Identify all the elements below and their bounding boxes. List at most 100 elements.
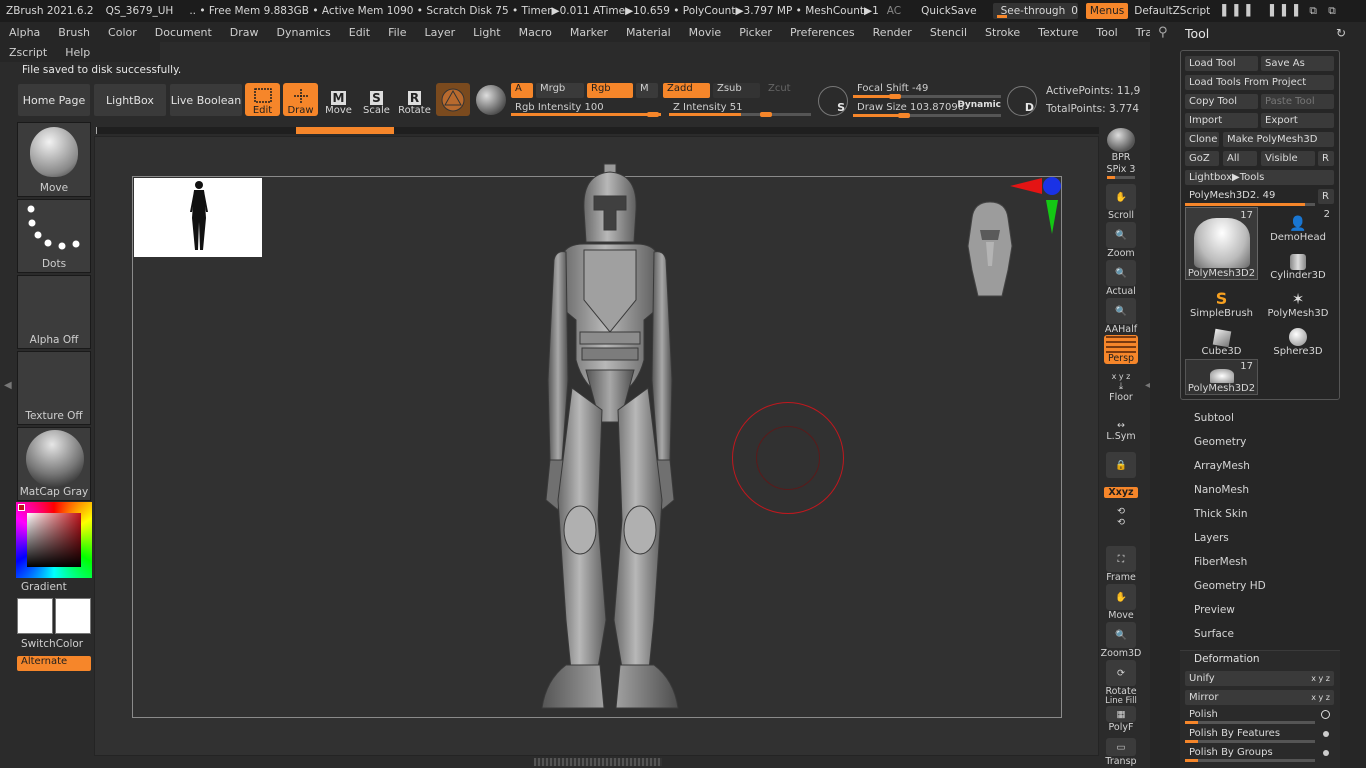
save-as-button[interactable]: Save As	[1261, 56, 1334, 71]
menu-help[interactable]: Help	[56, 46, 99, 59]
rotate-mode-button[interactable]: R Rotate	[397, 83, 432, 116]
orientation-gizmo[interactable]	[1002, 174, 1066, 238]
menu-stencil[interactable]: Stencil	[921, 26, 976, 39]
tool-thumb-cylinder3d[interactable]: Cylinder3D	[1262, 245, 1334, 281]
mirror-button[interactable]: Mirror x y z	[1185, 690, 1334, 705]
lsym-button[interactable]: ↔ L.Sym	[1104, 420, 1138, 442]
m-toggle[interactable]: M	[636, 83, 658, 98]
tool-palette-title[interactable]: Tool	[1185, 26, 1209, 41]
zoom3d-button[interactable]: 🔍 Zoom3D	[1101, 622, 1141, 659]
polish-by-features-slider[interactable]: Polish By Features	[1185, 726, 1334, 743]
menu-edit[interactable]: Edit	[340, 26, 379, 39]
menu-alpha[interactable]: Alpha	[0, 26, 49, 39]
texture-slot[interactable]: Texture Off	[17, 351, 91, 425]
polish-by-groups-slider[interactable]: Polish By Groups	[1185, 745, 1334, 762]
spix-slider[interactable]: SPix 3	[1104, 164, 1138, 179]
tool-thumb-demohead[interactable]: 2 👤 DemoHead	[1262, 207, 1334, 243]
persp-button[interactable]: Persp	[1104, 335, 1138, 364]
reset-icon[interactable]: ↻	[1336, 26, 1346, 40]
subpalette-geometry[interactable]: Geometry	[1194, 436, 1246, 448]
menu-render[interactable]: Render	[864, 26, 921, 39]
silhouette-thumbnail[interactable]	[134, 178, 262, 257]
menu-macro[interactable]: Macro	[510, 26, 561, 39]
polish-slider[interactable]: Polish	[1185, 707, 1334, 724]
scroll-button[interactable]: ✋ Scroll	[1104, 184, 1138, 221]
rgb-intensity-slider[interactable]: Rgb Intensity 100	[511, 100, 661, 117]
quicksave-button[interactable]: QuickSave	[921, 5, 976, 17]
draw-size-slider[interactable]: Draw Size 103.87096 Dynamic	[853, 100, 1001, 118]
goz-all-button[interactable]: All	[1223, 151, 1257, 166]
tool-palette-handle-icon[interactable]: ⚲	[1158, 25, 1168, 40]
subpalette-subtool[interactable]: Subtool	[1194, 412, 1234, 424]
load-tools-from-project-button[interactable]: Load Tools From Project	[1185, 75, 1334, 90]
rgb-toggle[interactable]: Rgb	[587, 83, 633, 98]
polish-toggle-icon[interactable]	[1321, 710, 1330, 719]
tool-thumb-polymesh3d[interactable]: ✶ PolyMesh3D	[1262, 283, 1334, 319]
live-boolean-button[interactable]: Live Boolean	[170, 84, 242, 116]
copy-tool-button[interactable]: Copy Tool	[1185, 94, 1258, 109]
spotlight-s-button[interactable]: S	[818, 86, 848, 116]
move-view-button[interactable]: ✋ Move	[1104, 584, 1138, 621]
polyf-button[interactable]: Line Fill ▦ PolyF	[1104, 696, 1138, 733]
default-zscript-button[interactable]: DefaultZScript	[1134, 5, 1210, 17]
mrgb-toggle[interactable]: Mrgb	[536, 83, 584, 98]
export-button[interactable]: Export	[1261, 113, 1334, 128]
tool-thumb-simplebrush[interactable]: S SimpleBrush	[1185, 283, 1258, 319]
left-tray-arrow[interactable]: ◀	[4, 380, 12, 391]
goz-r-button[interactable]: R	[1318, 151, 1334, 166]
see-through-slider[interactable]: See-through 0	[992, 3, 1078, 19]
zoom-button[interactable]: 🔍 Zoom	[1104, 222, 1138, 259]
menu-layer[interactable]: Layer	[415, 26, 464, 39]
rotate-axis-icons[interactable]: ⟲ ⟲	[1104, 506, 1138, 528]
transp-button[interactable]: ▭ Transp	[1104, 738, 1138, 767]
menu-stroke[interactable]: Stroke	[976, 26, 1029, 39]
tool-thumb-polymesh3d2[interactable]: 17 PolyMesh3D2	[1185, 207, 1258, 280]
paste-tool-button[interactable]: Paste Tool	[1261, 94, 1334, 109]
subpalette-preview[interactable]: Preview	[1194, 604, 1235, 616]
menu-material[interactable]: Material	[617, 26, 680, 39]
alternate-toggle[interactable]: Alternate	[17, 656, 91, 671]
floor-button[interactable]: x y z ⤓ Floor	[1104, 372, 1138, 403]
subpalette-fibermesh[interactable]: FiberMesh	[1194, 556, 1247, 568]
menu-dynamics[interactable]: Dynamics	[268, 26, 340, 39]
subpalette-geometry-hd[interactable]: Geometry HD	[1194, 580, 1266, 592]
draw-mode-button[interactable]: Draw	[283, 83, 318, 116]
import-button[interactable]: Import	[1185, 113, 1258, 128]
armor-model[interactable]	[536, 160, 696, 715]
scale-mode-button[interactable]: S Scale	[359, 83, 394, 116]
zadd-toggle[interactable]: Zadd	[663, 83, 710, 98]
gradient-label[interactable]: Gradient	[21, 581, 67, 593]
secondary-color-swatch[interactable]	[55, 598, 91, 634]
make-polymesh3d-button[interactable]: Make PolyMesh3D	[1223, 132, 1334, 147]
a-toggle[interactable]: A	[511, 83, 533, 98]
layout-icons[interactable]: ▌▌▌ ▐▐▐ ⧉ ⧉	[1222, 5, 1339, 18]
d-button[interactable]: D	[1007, 86, 1037, 116]
z-intensity-slider[interactable]: Z Intensity 51	[669, 100, 811, 117]
rotate-view-button[interactable]: ⟳ Rotate	[1104, 660, 1138, 697]
tool-thumb-polymesh3d2-b[interactable]: 17 PolyMesh3D2	[1185, 359, 1258, 395]
unify-button[interactable]: Unify x y z	[1185, 671, 1334, 686]
menu-marker[interactable]: Marker	[561, 26, 617, 39]
lightbox-tools-button[interactable]: Lightbox▶Tools	[1185, 170, 1334, 185]
load-tool-button[interactable]: Load Tool	[1185, 56, 1258, 71]
bpr-button[interactable]: BPR	[1104, 128, 1138, 163]
xyz-toggle[interactable]: Xxyz	[1104, 487, 1138, 498]
menu-preferences[interactable]: Preferences	[781, 26, 864, 39]
lock-button[interactable]: 🔒	[1104, 452, 1138, 478]
brush-slot-move[interactable]: Move	[17, 122, 91, 197]
menus-button[interactable]: Menus	[1085, 3, 1129, 19]
menu-picker[interactable]: Picker	[730, 26, 781, 39]
dynamic-toggle[interactable]: Dynamic	[957, 100, 1001, 110]
aahalf-button[interactable]: 🔍 AAHalf	[1104, 298, 1138, 335]
zcut-toggle[interactable]: Zcut	[764, 83, 811, 98]
main-color-swatch[interactable]	[17, 598, 53, 634]
menu-color[interactable]: Color	[99, 26, 146, 39]
menu-tool[interactable]: Tool	[1087, 26, 1126, 39]
subpalette-nanomesh[interactable]: NanoMesh	[1194, 484, 1249, 496]
actual-button[interactable]: 🔍 Actual	[1104, 260, 1138, 297]
current-tool-slider[interactable]: PolyMesh3D2. 49	[1185, 188, 1315, 206]
frame-button[interactable]: ⛶ Frame	[1104, 546, 1138, 583]
home-page-button[interactable]: Home Page	[18, 84, 90, 116]
menu-light[interactable]: Light	[464, 26, 509, 39]
bottom-tray-handle[interactable]	[534, 758, 662, 766]
